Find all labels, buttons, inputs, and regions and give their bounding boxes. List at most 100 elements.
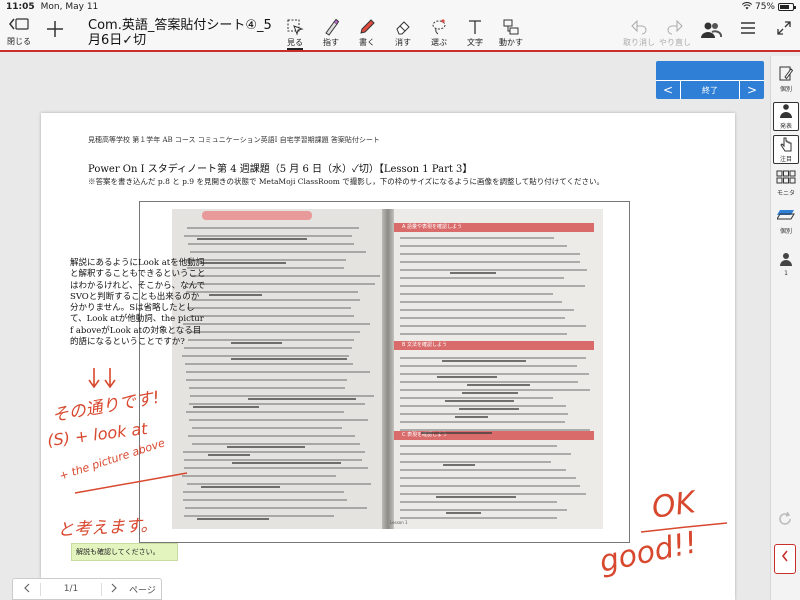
photo-handwritten-line <box>197 518 270 520</box>
page-next-button[interactable] <box>101 582 125 596</box>
photo-handwritten-line <box>201 262 287 264</box>
undo-icon <box>622 17 656 37</box>
sidebar-item-monitor[interactable]: モニタ <box>773 170 799 197</box>
photo-section-b: B 文法を確認しよう <box>394 341 594 350</box>
hamburger-icon <box>741 22 755 34</box>
expand-button[interactable] <box>776 20 792 41</box>
tool-text[interactable]: 文字 <box>458 17 492 48</box>
refresh-button[interactable] <box>777 511 793 531</box>
presentation-end-button[interactable]: 終了 <box>680 80 740 99</box>
sidebar-item-presentation[interactable]: 発表 <box>773 102 799 131</box>
photo-handwritten-line <box>200 486 281 488</box>
tool-text-label: 文字 <box>467 38 483 47</box>
menu-button[interactable] <box>740 20 756 41</box>
pointer-pen-icon <box>314 17 348 37</box>
photo-left-page <box>172 209 388 529</box>
text-icon <box>458 17 492 37</box>
sidebar-collapse-button[interactable] <box>774 544 796 574</box>
close-button[interactable]: 閉じる <box>4 16 34 47</box>
sidebar-item-label: 注目 <box>779 156 792 163</box>
photo-print-line <box>188 419 369 421</box>
photo-print-line <box>186 227 360 229</box>
back-chevron-icon <box>4 16 34 36</box>
document-title: Com.英語_答案貼付シート④_5月6日✓切 <box>88 18 272 48</box>
tool-point[interactable]: 指す <box>314 17 348 48</box>
sidebar-item-label: 個別 <box>779 86 792 93</box>
photo-print-line <box>185 363 353 365</box>
photo-print-line <box>400 469 566 471</box>
page-prev-button[interactable] <box>13 582 41 596</box>
photo-handwritten-line <box>446 512 482 514</box>
photo-print-line <box>184 467 368 469</box>
photo-print-line <box>189 403 366 405</box>
photo-print-line <box>400 277 565 279</box>
photo-print-line <box>182 491 344 493</box>
photo-print-line <box>182 323 370 325</box>
photo-print-line <box>182 355 349 357</box>
tool-view[interactable]: 見る <box>278 17 312 50</box>
tool-point-label: 指す <box>323 38 339 47</box>
refresh-icon <box>779 511 791 525</box>
tool-move[interactable]: 動かす <box>494 17 528 48</box>
document-page[interactable]: 見穂高等学校 第１学年 AB コース コミュニケーション英語Ⅰ 自宅学習期課題 … <box>41 113 735 600</box>
doc-header: 見穂高等学校 第１学年 AB コース コミュニケーション英語Ⅰ 自宅学習期課題 … <box>88 136 380 144</box>
page-navigator: 1/1 ページ <box>12 578 162 600</box>
photo-print-line <box>186 371 370 373</box>
chevron-right-icon <box>111 583 117 592</box>
plus-icon <box>47 21 63 37</box>
photo-handwritten-line <box>421 432 492 434</box>
answer-photo[interactable]: A 語彙や表現を確認しよう B 文法を確認しよう C 表現を確認しよう Less… <box>172 209 603 529</box>
photo-handwritten-line <box>247 398 357 400</box>
photo-print-line <box>186 267 344 269</box>
photo-handwritten-line <box>196 238 307 240</box>
presenter-icon <box>774 103 798 121</box>
photo-print-line <box>184 507 367 509</box>
tool-select[interactable]: 選ぶ <box>422 17 456 48</box>
sidebar-item-individual[interactable]: 個別 <box>773 66 799 93</box>
photo-print-line <box>186 291 359 293</box>
photo-print-line <box>400 237 555 239</box>
photo-handwritten-line <box>455 416 489 418</box>
photo-print-line <box>400 373 589 375</box>
photo-print-line <box>400 461 551 463</box>
photo-handwritten-line <box>461 392 519 394</box>
redo-label: やり直し <box>659 38 691 47</box>
tool-erase[interactable]: 消す <box>386 17 420 48</box>
status-date: Mon, May 11 <box>40 2 99 12</box>
participants-button[interactable] <box>700 20 723 45</box>
sidebar-item-participants[interactable]: 1 <box>773 252 799 277</box>
photo-print-line <box>191 299 360 301</box>
undo-button[interactable]: 取り消し <box>622 17 656 48</box>
sidebar-item-attention[interactable]: 注目 <box>773 135 799 164</box>
cursor-icon <box>278 17 312 37</box>
photo-print-line <box>400 453 572 455</box>
presentation-prev-button[interactable]: < <box>656 80 680 99</box>
photo-print-line <box>191 275 381 277</box>
photo-handwritten-line <box>450 272 497 274</box>
redo-button[interactable]: やり直し <box>658 17 692 48</box>
chevron-left-icon <box>23 583 29 592</box>
photo-print-line <box>400 485 580 487</box>
photo-print-line <box>400 269 588 271</box>
sidebar-item-count: 1 <box>784 270 788 277</box>
photo-print-line <box>400 381 579 383</box>
presentation-next-button[interactable]: > <box>740 80 764 99</box>
photo-print-line <box>400 301 563 303</box>
photo-print-line <box>190 331 360 333</box>
photo-print-line <box>186 283 375 285</box>
grid-icon <box>773 170 799 188</box>
sidebar-item-individual-2[interactable]: 個別 <box>773 208 799 235</box>
tool-write[interactable]: 書く <box>350 17 384 48</box>
photo-print-line <box>400 309 574 311</box>
photo-handwritten-line <box>442 464 475 466</box>
lasso-icon <box>422 17 456 37</box>
photo-footer: Lesson 1 <box>390 520 408 525</box>
stack-icon <box>773 208 799 226</box>
add-button[interactable] <box>44 18 66 45</box>
page-indicator: 1/1 <box>63 584 79 594</box>
handwriting-underline <box>74 472 188 494</box>
battery-percent: 75% <box>754 2 775 12</box>
photo-print-line <box>183 459 362 461</box>
confirm-note: 解説も確認してください。 <box>71 543 178 561</box>
redo-icon <box>658 17 692 37</box>
